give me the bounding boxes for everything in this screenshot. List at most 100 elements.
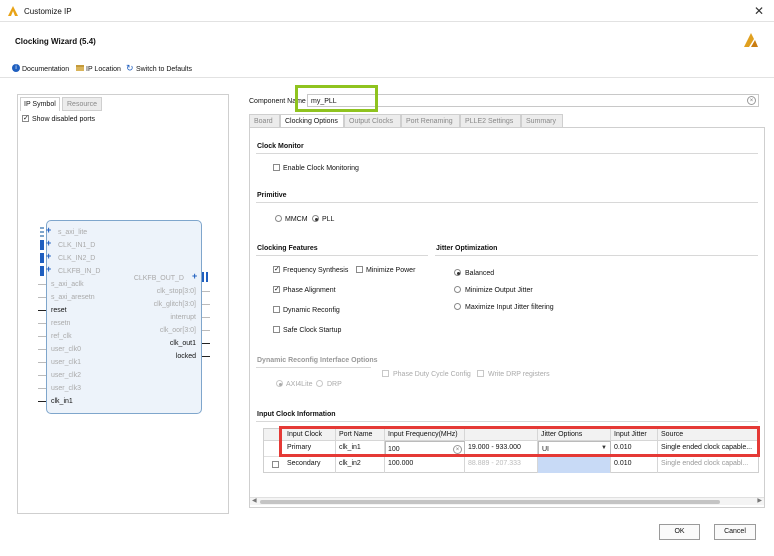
port-label: CLKFB_IN_D [58, 268, 101, 275]
tab-board[interactable]: Board [249, 114, 280, 128]
maximize-input-jitter-label: Maximize Input Jitter filtering [465, 304, 554, 311]
frequency-synthesis-label: Frequency Synthesis [283, 267, 349, 274]
plus-icon: + [192, 271, 198, 281]
phase-duty-checkbox[interactable] [382, 370, 389, 377]
port-clk-out1: clk_out1 [169, 340, 196, 347]
port-interrupt: interrupt [170, 314, 196, 321]
plus-icon: + [46, 225, 52, 235]
port-user-clk3: user_clk3 [51, 385, 81, 392]
pin-line [38, 323, 46, 324]
dynamic-reconfig-label: Dynamic Reconfig [283, 307, 340, 314]
tab-resource[interactable]: Resource [62, 97, 102, 111]
port-user-clk2: user_clk2 [51, 372, 81, 379]
clock-monitor-title: Clock Monitor [257, 143, 304, 150]
safe-clock-startup-label: Safe Clock Startup [283, 327, 342, 334]
scroll-left-icon[interactable]: ◀ [252, 497, 257, 504]
switch-defaults-link[interactable]: Switch to Defaults [136, 66, 192, 73]
clocking-features-title: Clocking Features [257, 245, 318, 252]
pin-line [38, 284, 46, 285]
dynamic-reconfig-checkbox[interactable] [273, 306, 280, 313]
axi4lite-radio[interactable] [276, 380, 283, 387]
tab-port-renaming[interactable]: Port Renaming [401, 114, 460, 128]
port-label: CLK_IN2_D [58, 255, 96, 262]
port-user-clk0: user_clk0 [51, 346, 81, 353]
tab-plle2-settings[interactable]: PLLE2 Settings [460, 114, 521, 128]
wizard-title: Clocking Wizard (5.4) [15, 37, 96, 46]
pll-label: PLL [322, 216, 335, 223]
ok-button[interactable]: OK [659, 524, 700, 540]
xilinx-logo-icon [744, 33, 758, 47]
info-icon[interactable]: i [12, 64, 20, 72]
bus-icon [40, 240, 44, 250]
balanced-label: Balanced [465, 270, 495, 277]
wizard-header: Clocking Wizard (5.4) [0, 22, 774, 60]
pin-line [38, 336, 46, 337]
cell-range: 88.889 - 207.333 [465, 457, 538, 473]
axi4lite-label: AXI4Lite [286, 381, 313, 388]
port-clk-in1-d: + CLK_IN1_D [40, 238, 120, 250]
title-bar: Customize IP ✕ [0, 0, 774, 22]
bus-icon [202, 272, 208, 282]
scroll-thumb[interactable] [260, 500, 720, 504]
cancel-button[interactable]: Cancel [714, 524, 756, 540]
clear-icon[interactable]: × [747, 96, 756, 105]
enable-clock-monitoring-checkbox[interactable] [273, 164, 280, 171]
cell-source: Single ended clock capabl... [661, 460, 749, 467]
tab-ip-symbol[interactable]: IP Symbol [20, 97, 60, 111]
maximize-input-jitter-radio[interactable] [454, 303, 461, 310]
mmcm-label: MMCM [285, 216, 308, 223]
port-clk-in2-d: + CLK_IN2_D [40, 251, 120, 263]
phase-duty-label: Phase Duty Cycle Config [393, 371, 471, 378]
show-disabled-label: Show disabled ports [32, 116, 96, 123]
tab-clocking-options[interactable]: Clocking Options [280, 114, 344, 128]
drp-radio[interactable] [316, 380, 323, 387]
enable-clock-monitoring-label: Enable Clock Monitoring [283, 165, 359, 172]
horizontal-scrollbar[interactable]: ◀ ▶ [250, 497, 764, 505]
pin-line [38, 388, 46, 389]
scroll-right-icon[interactable]: ▶ [757, 497, 762, 504]
component-name-highlight [295, 85, 378, 112]
documentation-link[interactable]: Documentation [22, 66, 69, 73]
minimize-output-jitter-radio[interactable] [454, 286, 461, 293]
port-locked: locked [175, 353, 196, 360]
port-reset: reset [51, 307, 67, 314]
ip-location-link[interactable]: IP Location [86, 66, 121, 73]
minimize-power-checkbox[interactable] [356, 266, 363, 273]
tab-summary[interactable]: Summary [521, 114, 563, 128]
tab-output-clocks[interactable]: Output Clocks [344, 114, 401, 128]
safe-clock-startup-checkbox[interactable] [273, 326, 280, 333]
plus-icon: + [46, 238, 52, 248]
pin-line [38, 362, 46, 363]
secondary-checkbox[interactable] [272, 461, 279, 468]
bus-icon [40, 253, 44, 263]
jitter-options-cell[interactable] [538, 457, 611, 473]
plus-icon: + [46, 251, 52, 261]
port-clk-glitch: clk_glitch[3:0] [153, 301, 196, 308]
mmcm-radio[interactable] [275, 215, 282, 222]
port-clk-oor: clk_oor[3:0] [159, 327, 196, 334]
frequency-synthesis-checkbox[interactable] [273, 265, 280, 273]
table-row: Secondary clk_in2 100.000 88.889 - 207.3… [264, 457, 758, 473]
write-drp-label: Write DRP registers [488, 371, 550, 378]
refresh-icon[interactable]: ↻ [126, 63, 134, 74]
jitter-optimization-title: Jitter Optimization [436, 245, 498, 252]
show-disabled-checkbox[interactable] [22, 114, 29, 122]
minimize-output-jitter-label: Minimize Output Jitter [465, 287, 533, 294]
port-s-axi-aclk: s_axi_aclk [51, 281, 84, 288]
bus-icon [40, 266, 44, 276]
cell-clock: Secondary [284, 457, 336, 473]
port-clk-stop: clk_stop[3:0] [156, 288, 196, 295]
primitive-title: Primitive [257, 192, 287, 199]
pin-line [202, 343, 210, 344]
folder-icon[interactable] [76, 65, 84, 71]
phase-alignment-checkbox[interactable] [273, 285, 280, 293]
port-clkfb-in-d: + CLKFB_IN_D [40, 264, 120, 276]
toolbar: i Documentation IP Location ↻ Switch to … [0, 60, 774, 78]
port-clk-in1: clk_in1 [51, 398, 73, 405]
minimize-power-label: Minimize Power [366, 267, 416, 274]
balanced-radio[interactable] [454, 269, 461, 276]
pll-radio[interactable] [312, 215, 319, 222]
close-icon[interactable]: ✕ [754, 4, 764, 18]
window-title: Customize IP [24, 7, 72, 16]
write-drp-checkbox[interactable] [477, 370, 484, 377]
